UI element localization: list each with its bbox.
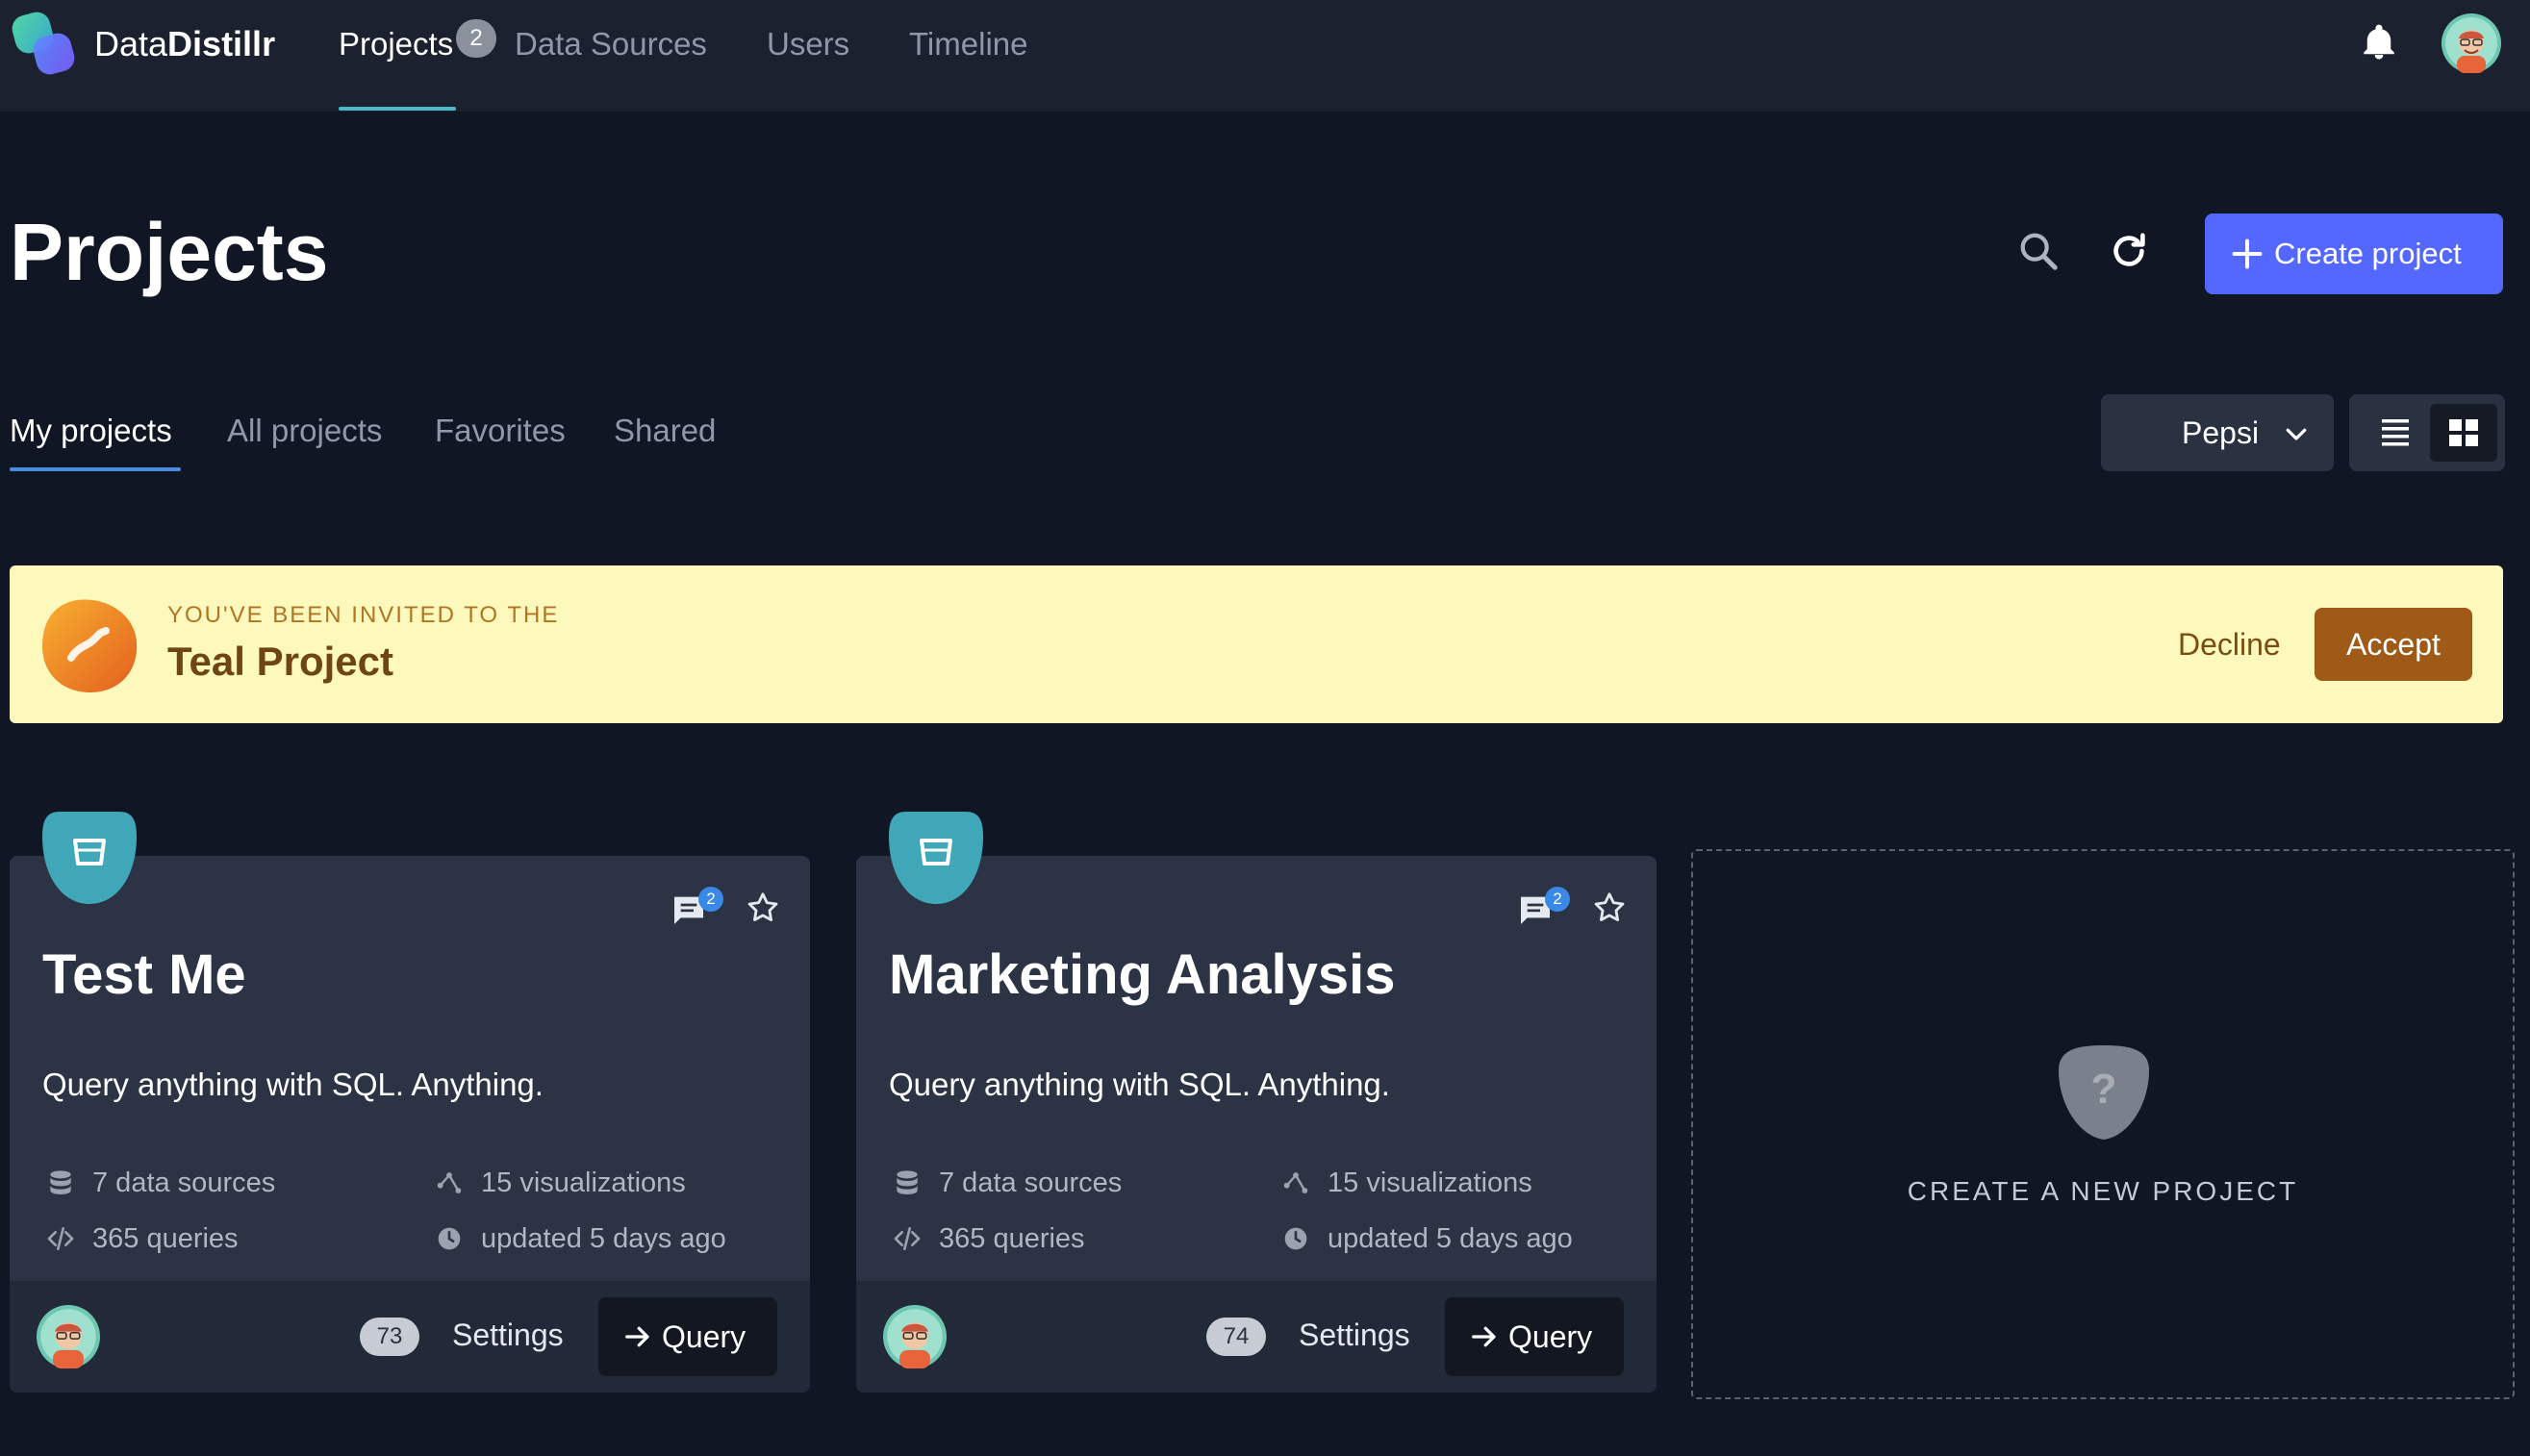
refresh-icon[interactable] bbox=[2107, 229, 2151, 273]
project-title[interactable]: Marketing Analysis bbox=[889, 941, 1395, 1010]
visualization-icon bbox=[1283, 1172, 1308, 1193]
queries-stat: 365 queries bbox=[891, 1219, 1085, 1258]
nav-projects[interactable]: Projects bbox=[339, 21, 453, 67]
top-navigation-bar: DataDistillr Projects 2 Data Sources Use… bbox=[0, 0, 2530, 112]
comment-count-badge: 2 bbox=[1545, 887, 1570, 912]
create-project-label: Create project bbox=[2274, 237, 2462, 270]
decline-button[interactable]: Decline bbox=[2178, 621, 2281, 667]
data-sources-text: 7 data sources bbox=[939, 1167, 1123, 1198]
create-new-project-label: CREATE A NEW PROJECT bbox=[1907, 1176, 2299, 1206]
project-description: Query anything with SQL. Anything. bbox=[889, 1067, 1390, 1102]
list-view-icon[interactable] bbox=[2365, 404, 2426, 462]
updated-stat: updated 5 days ago bbox=[433, 1219, 726, 1258]
avatar[interactable] bbox=[2441, 13, 2501, 73]
tab-my-projects[interactable]: My projects bbox=[10, 408, 172, 454]
comment-count-badge: 2 bbox=[698, 887, 723, 912]
queries-text: 365 queries bbox=[92, 1223, 239, 1254]
project-cup-icon bbox=[42, 812, 137, 904]
project-title[interactable]: Test Me bbox=[42, 941, 246, 1010]
updated-text: updated 5 days ago bbox=[1328, 1223, 1573, 1254]
nav-projects-badge: 2 bbox=[456, 19, 496, 58]
nav-users[interactable]: Users bbox=[767, 21, 849, 67]
data-sources-text: 7 data sources bbox=[92, 1167, 276, 1198]
invite-project-icon bbox=[42, 599, 138, 692]
settings-link[interactable]: Settings bbox=[1299, 1312, 1410, 1358]
accept-button[interactable]: Accept bbox=[2315, 608, 2472, 681]
visualizations-text: 15 visualizations bbox=[481, 1167, 686, 1198]
tab-all-projects[interactable]: All projects bbox=[227, 408, 382, 454]
create-new-project-card[interactable]: ? CREATE A NEW PROJECT bbox=[1691, 849, 2515, 1399]
data-sources-stat: 7 data sources bbox=[891, 1164, 1122, 1202]
avatar[interactable] bbox=[883, 1305, 947, 1368]
database-icon bbox=[897, 1170, 918, 1194]
organization-select[interactable]: Pepsi bbox=[2101, 394, 2334, 471]
query-button-label: Query bbox=[1508, 1319, 1593, 1354]
query-button[interactable]: Query bbox=[1445, 1297, 1624, 1376]
grid-view-icon[interactable] bbox=[2430, 404, 2497, 462]
arrow-right-icon bbox=[625, 1326, 649, 1347]
organization-select-value: Pepsi bbox=[2182, 415, 2260, 450]
nav-active-indicator bbox=[339, 107, 456, 111]
visualization-icon bbox=[437, 1172, 462, 1193]
code-icon bbox=[47, 1227, 74, 1250]
query-button[interactable]: Query bbox=[598, 1297, 777, 1376]
queries-text: 365 queries bbox=[939, 1223, 1085, 1254]
data-sources-stat: 7 data sources bbox=[44, 1164, 275, 1202]
tab-favorites[interactable]: Favorites bbox=[435, 408, 566, 454]
query-button-label: Query bbox=[662, 1319, 746, 1354]
settings-link[interactable]: Settings bbox=[452, 1312, 564, 1358]
nav-data-sources[interactable]: Data Sources bbox=[515, 21, 707, 67]
svg-text:?: ? bbox=[2091, 1066, 2117, 1113]
chevron-down-icon bbox=[2286, 428, 2307, 440]
avatar[interactable] bbox=[37, 1305, 100, 1368]
database-icon bbox=[50, 1170, 71, 1194]
code-icon bbox=[894, 1227, 921, 1250]
star-icon[interactable] bbox=[1591, 890, 1628, 926]
project-description: Query anything with SQL. Anything. bbox=[42, 1067, 544, 1102]
plus-icon bbox=[2232, 238, 2263, 269]
queries-stat: 365 queries bbox=[44, 1219, 239, 1258]
star-icon[interactable] bbox=[745, 890, 781, 926]
updated-text: updated 5 days ago bbox=[481, 1223, 726, 1254]
invitation-banner: YOU'VE BEEN INVITED TO THE Teal Project … bbox=[10, 565, 2503, 723]
invite-subtitle: YOU'VE BEEN INVITED TO THE bbox=[167, 602, 560, 628]
question-shield-icon: ? bbox=[2059, 1045, 2149, 1140]
bell-icon[interactable] bbox=[2359, 21, 2399, 63]
visualizations-stat: 15 visualizations bbox=[1279, 1164, 1532, 1202]
clock-icon bbox=[1284, 1227, 1307, 1250]
page-title: Projects bbox=[10, 207, 329, 297]
arrow-right-icon bbox=[1472, 1326, 1496, 1347]
clock-icon bbox=[438, 1227, 461, 1250]
search-icon[interactable] bbox=[2016, 229, 2061, 273]
create-project-button[interactable]: Create project bbox=[2205, 213, 2503, 294]
app-logo-icon[interactable] bbox=[10, 10, 81, 81]
member-count-badge: 73 bbox=[360, 1318, 419, 1356]
nav-timeline[interactable]: Timeline bbox=[909, 21, 1027, 67]
member-count-badge: 74 bbox=[1206, 1318, 1266, 1356]
visualizations-text: 15 visualizations bbox=[1328, 1167, 1532, 1198]
brand-prefix: Data bbox=[94, 24, 168, 63]
updated-stat: updated 5 days ago bbox=[1279, 1219, 1573, 1258]
visualizations-stat: 15 visualizations bbox=[433, 1164, 686, 1202]
tab-active-indicator bbox=[10, 467, 181, 471]
tab-shared[interactable]: Shared bbox=[614, 408, 716, 454]
invite-project-name: Teal Project bbox=[167, 639, 393, 684]
brand-suffix: Distillr bbox=[167, 24, 276, 63]
project-cup-icon bbox=[889, 812, 983, 904]
brand-name[interactable]: DataDistillr bbox=[94, 21, 275, 67]
